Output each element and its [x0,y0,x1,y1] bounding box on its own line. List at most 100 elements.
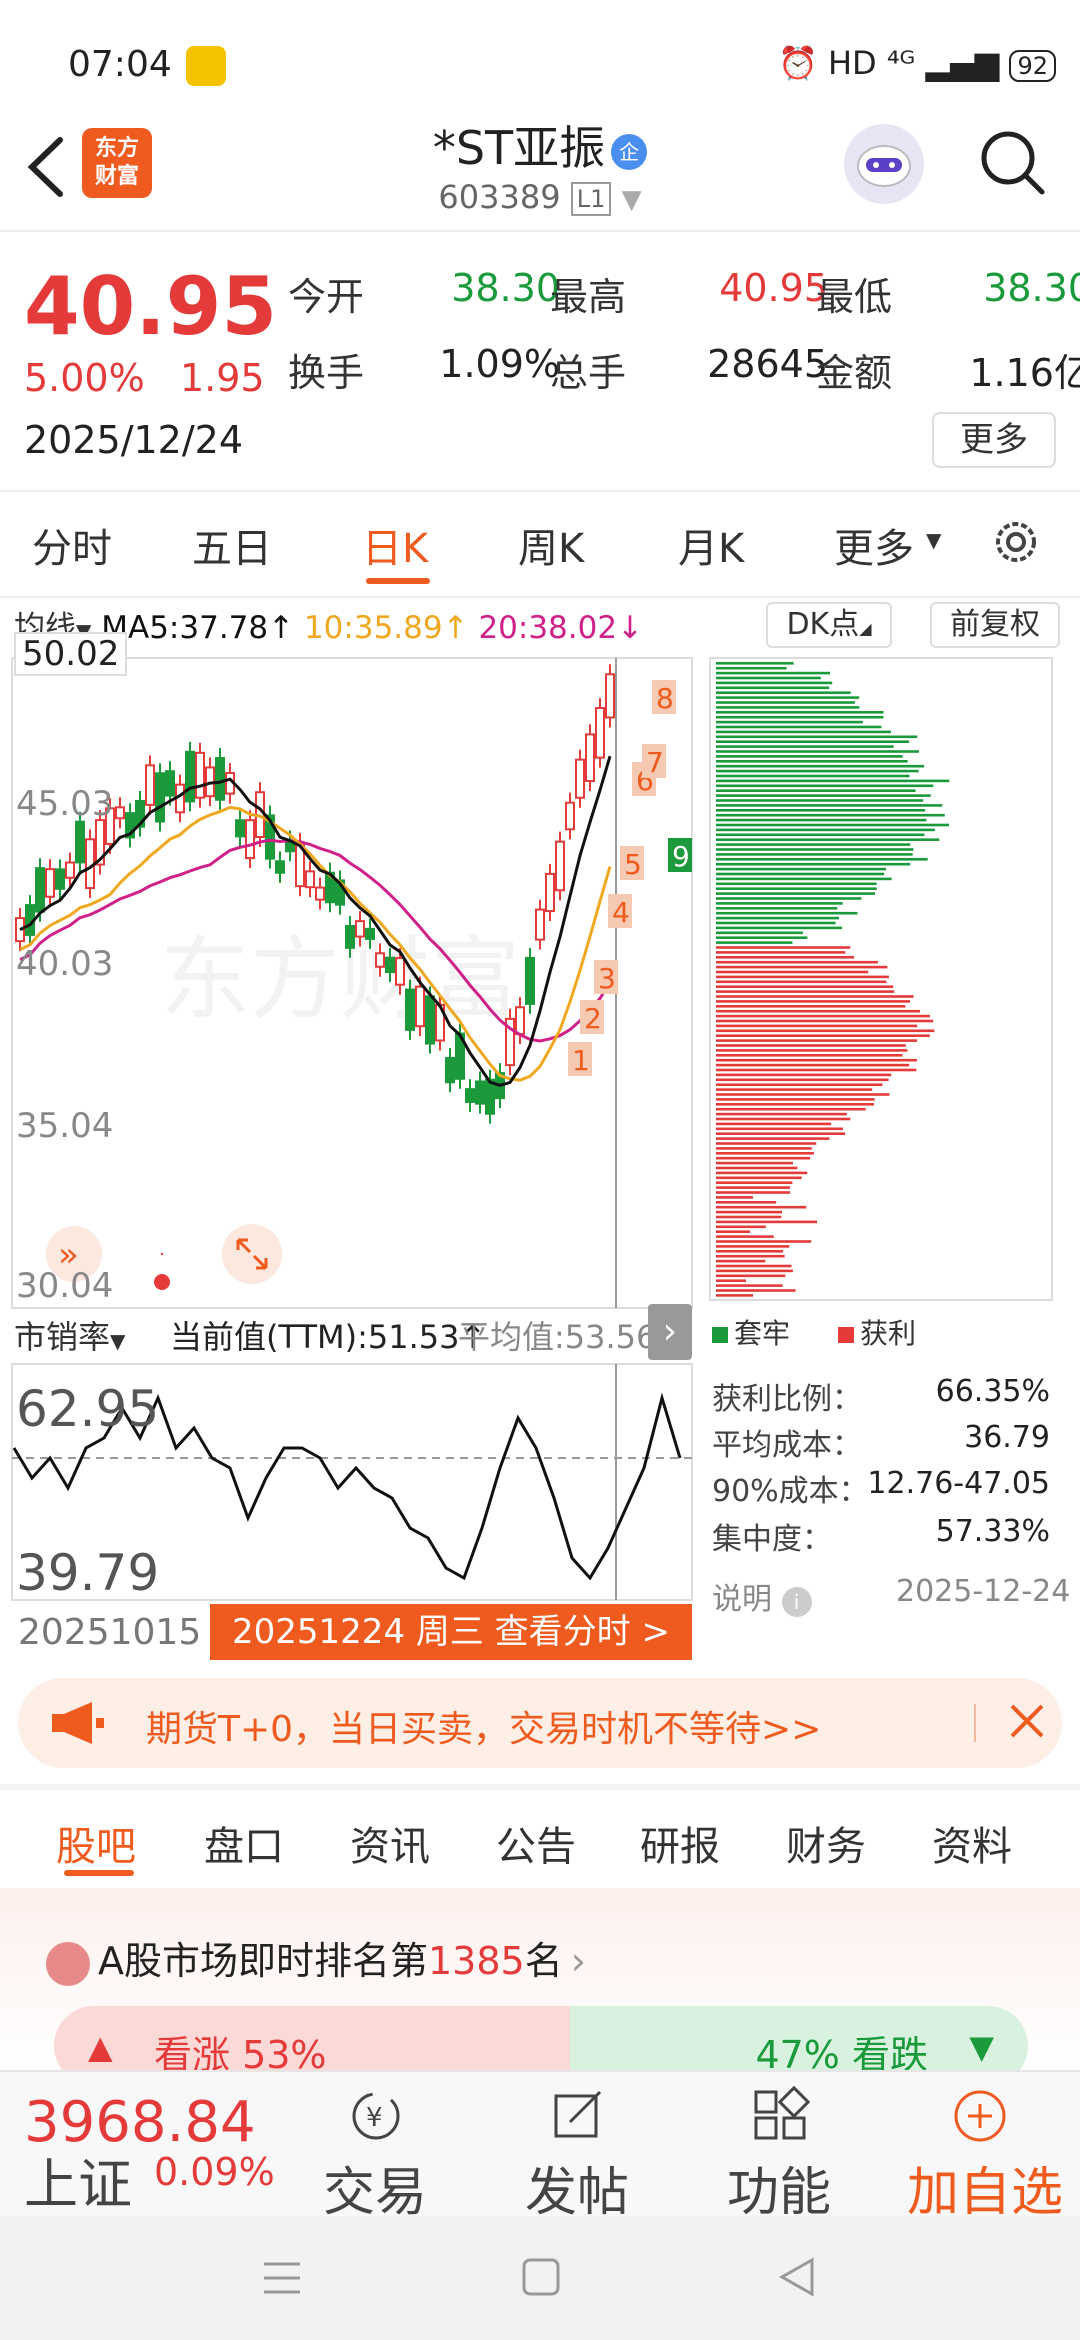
cost-bar [716,1112,847,1116]
compose-icon[interactable] [548,2086,608,2146]
candle [315,886,325,901]
cost-bar [716,789,916,792]
candle [535,908,545,941]
indicator-selector[interactable]: 市销率▼ [14,1312,125,1358]
back-nav-icon[interactable] [776,2256,816,2298]
cost-value: 12.76-47.05 [867,1466,1050,1501]
recent-apps-icon[interactable] [262,2260,302,2296]
grid-icon[interactable] [750,2086,810,2146]
cost-bar [716,1294,754,1297]
close-icon[interactable] [1004,1698,1050,1744]
tab-period[interactable]: 日K [362,516,428,574]
dk-point-button[interactable]: DK点◢ [766,602,892,648]
gear-icon[interactable] [990,516,1042,568]
cost-bar [716,1009,920,1013]
cost-bar [716,970,869,974]
dk-label: DK点 [786,607,860,642]
candle [385,956,395,974]
add-circle-icon[interactable] [950,2086,1010,2146]
search-icon[interactable] [976,126,1048,198]
cost-bar [716,1014,930,1018]
view-intraday-button[interactable]: 20251224 周三 查看分时 > [210,1604,692,1660]
tab-content[interactable]: 资讯 [350,1814,430,1872]
robot-avatar-icon[interactable] [844,124,924,204]
candle [195,751,205,799]
cost-bar [716,921,836,925]
indicator-next-button[interactable]: › [648,1304,692,1360]
cost-bar [716,1284,783,1287]
legend-profit: 获利 [838,1312,916,1352]
cost-bar [716,1068,917,1072]
tab-content[interactable]: 研报 [640,1814,720,1872]
stat-value: 28645 [707,342,828,386]
stock-code-row[interactable]: 603389 L1 ▼ [300,178,780,216]
candle [365,927,375,940]
rank-row[interactable]: A股市场即时排名第1385名 › [46,1930,586,1986]
last-price: 40.95 [24,260,278,353]
cost-bar [716,941,793,944]
home-icon[interactable] [522,2258,560,2296]
tab-content[interactable]: 财务 [786,1814,866,1872]
event-dot[interactable] [154,1274,170,1290]
cost-bar [716,1225,766,1229]
promo-banner[interactable]: 期货T+0，当日买卖，交易时机不等待>> [18,1678,1062,1768]
app-logo[interactable]: 东方 财富 [82,128,152,198]
cost-bar [716,779,950,783]
cost-bar [716,985,894,988]
fullscreen-icon[interactable] [222,1224,282,1284]
nav-item-label[interactable]: 发帖 [502,2150,652,2225]
candle [165,770,175,797]
chevron-right-icon: › [570,1939,586,1983]
tab-period[interactable]: 分时 [32,516,112,574]
cost-bar [716,1000,911,1003]
ma20-value: 20:38.02↓ [478,610,644,646]
active-tab-indicator [366,578,430,584]
candle [585,733,595,782]
ma5-value: MA5:37.78↑ [101,610,295,646]
system-nav-bar [0,2216,1080,2340]
tab-content[interactable]: 盘口 [204,1814,284,1872]
nav-item-label[interactable]: 功能 [704,2150,854,2225]
candle [465,1088,475,1103]
crosshair-value: 50.02 [14,632,128,676]
cost-bar [716,750,919,753]
cost-bar [716,1137,830,1140]
candle [45,868,55,898]
cost-bar [716,907,838,910]
note-link[interactable]: 说明 i [712,1574,812,1618]
tab-content[interactable]: 股吧 [56,1814,136,1872]
candle [545,872,555,913]
cost-distribution-chart [709,657,1053,1301]
candle [415,985,425,1028]
cost-bar [716,755,903,758]
cost-bar [716,706,860,709]
candle [245,819,255,860]
candle [555,840,565,892]
cost-bar [716,911,858,915]
cost-bar [716,1186,790,1189]
index-name[interactable]: 上证 [24,2140,132,2219]
chevron-left-icon[interactable] [22,132,72,202]
cost-bar [716,838,940,841]
stat-value: 40.95 [719,266,828,310]
cost-bar [716,1250,784,1253]
nav-item-label[interactable]: 交易 [300,2150,450,2225]
cost-bar [716,862,911,866]
tab-content[interactable]: 资料 [932,1814,1012,1872]
cost-bar [716,1122,832,1126]
megaphone-icon [52,1702,104,1744]
nav-item-label[interactable]: 加自选 [900,2150,1070,2225]
stock-name: *ST亚振 [432,121,606,175]
alarm-icon: ⏰ [777,44,818,82]
tab-period[interactable]: 更多 [834,516,914,574]
candle [275,860,285,874]
more-button[interactable]: 更多 [932,412,1056,468]
tab-period[interactable]: 五日 [192,516,272,574]
battery-indicator: 92 [1009,50,1056,82]
tab-content[interactable]: 公告 [496,1814,576,1872]
tab-period[interactable]: 月K [678,516,744,574]
cost-bar [716,1245,790,1248]
trade-icon[interactable]: ¥ [346,2086,406,2146]
tab-period[interactable]: 周K [518,516,584,574]
adjust-button[interactable]: 前复权 [930,602,1060,648]
